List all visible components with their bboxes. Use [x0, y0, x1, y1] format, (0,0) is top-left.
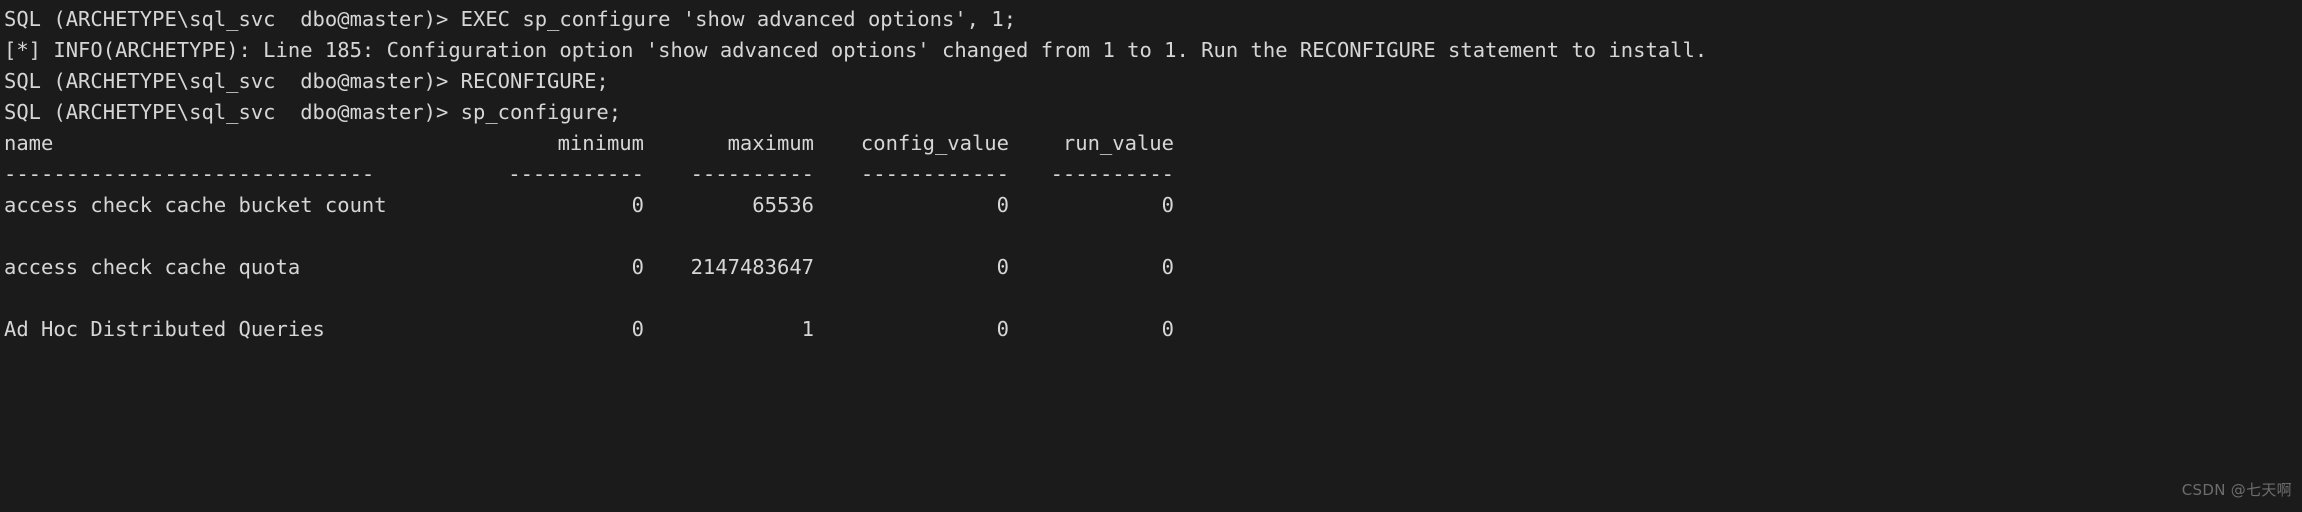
terminal-line-info: [*] INFO(ARCHETYPE): Line 185: Configura… [4, 38, 1708, 62]
terminal-line-command-2: SQL (ARCHETYPE\sql_svc dbo@master)> RECO… [4, 69, 609, 93]
cell-config-value: 0 [996, 255, 1009, 279]
cell-maximum: 65536 [752, 193, 814, 217]
separator-maximum: ---------- [690, 162, 814, 186]
cell-run-value: 0 [1161, 317, 1174, 341]
cell-name: access check cache quota [4, 255, 301, 279]
cell-run-value: 0 [1161, 255, 1174, 279]
terminal-line-command-1: SQL (ARCHETYPE\sql_svc dbo@master)> EXEC… [4, 7, 1017, 31]
table-separator-row: ------------------------------ ----------… [4, 159, 2302, 190]
column-header-minimum: minimum [557, 131, 644, 155]
terminal-window[interactable]: SQL (ARCHETYPE\sql_svc dbo@master)> EXEC… [0, 0, 2302, 512]
watermark: CSDN @七天啊 [2181, 481, 2292, 499]
table-row: access check cache bucket count 0 65536 0 0 [4, 190, 2302, 221]
separator-run-value: ---------- [1050, 162, 1174, 186]
table-row: Ad Hoc Distributed Queries 0 1 0 0 [4, 314, 2302, 345]
cell-minimum: 0 [631, 317, 644, 341]
table-header-row: name minimum maximum config_value run_value [4, 128, 2302, 159]
table-row: access check cache quota 0 2147483647 0 0 [4, 252, 2302, 283]
column-header-config-value: config_value [860, 131, 1009, 155]
cell-minimum: 0 [631, 193, 644, 217]
cell-run-value: 0 [1161, 193, 1174, 217]
separator-config-value: ------------ [860, 162, 1009, 186]
cell-maximum: 2147483647 [690, 255, 814, 279]
column-header-run-value: run_value [1062, 131, 1174, 155]
separator-name: ------------------------------ [4, 162, 375, 186]
separator-minimum: ----------- [508, 162, 644, 186]
column-header-name: name [4, 131, 54, 155]
cell-name: access check cache bucket count [4, 193, 387, 217]
terminal-line-command-3: SQL (ARCHETYPE\sql_svc dbo@master)> sp_c… [4, 100, 622, 124]
cell-maximum: 1 [801, 317, 814, 341]
cell-minimum: 0 [631, 255, 644, 279]
cell-name: Ad Hoc Distributed Queries [4, 317, 325, 341]
cell-config-value: 0 [996, 317, 1009, 341]
column-header-maximum: maximum [727, 131, 814, 155]
cell-config-value: 0 [996, 193, 1009, 217]
